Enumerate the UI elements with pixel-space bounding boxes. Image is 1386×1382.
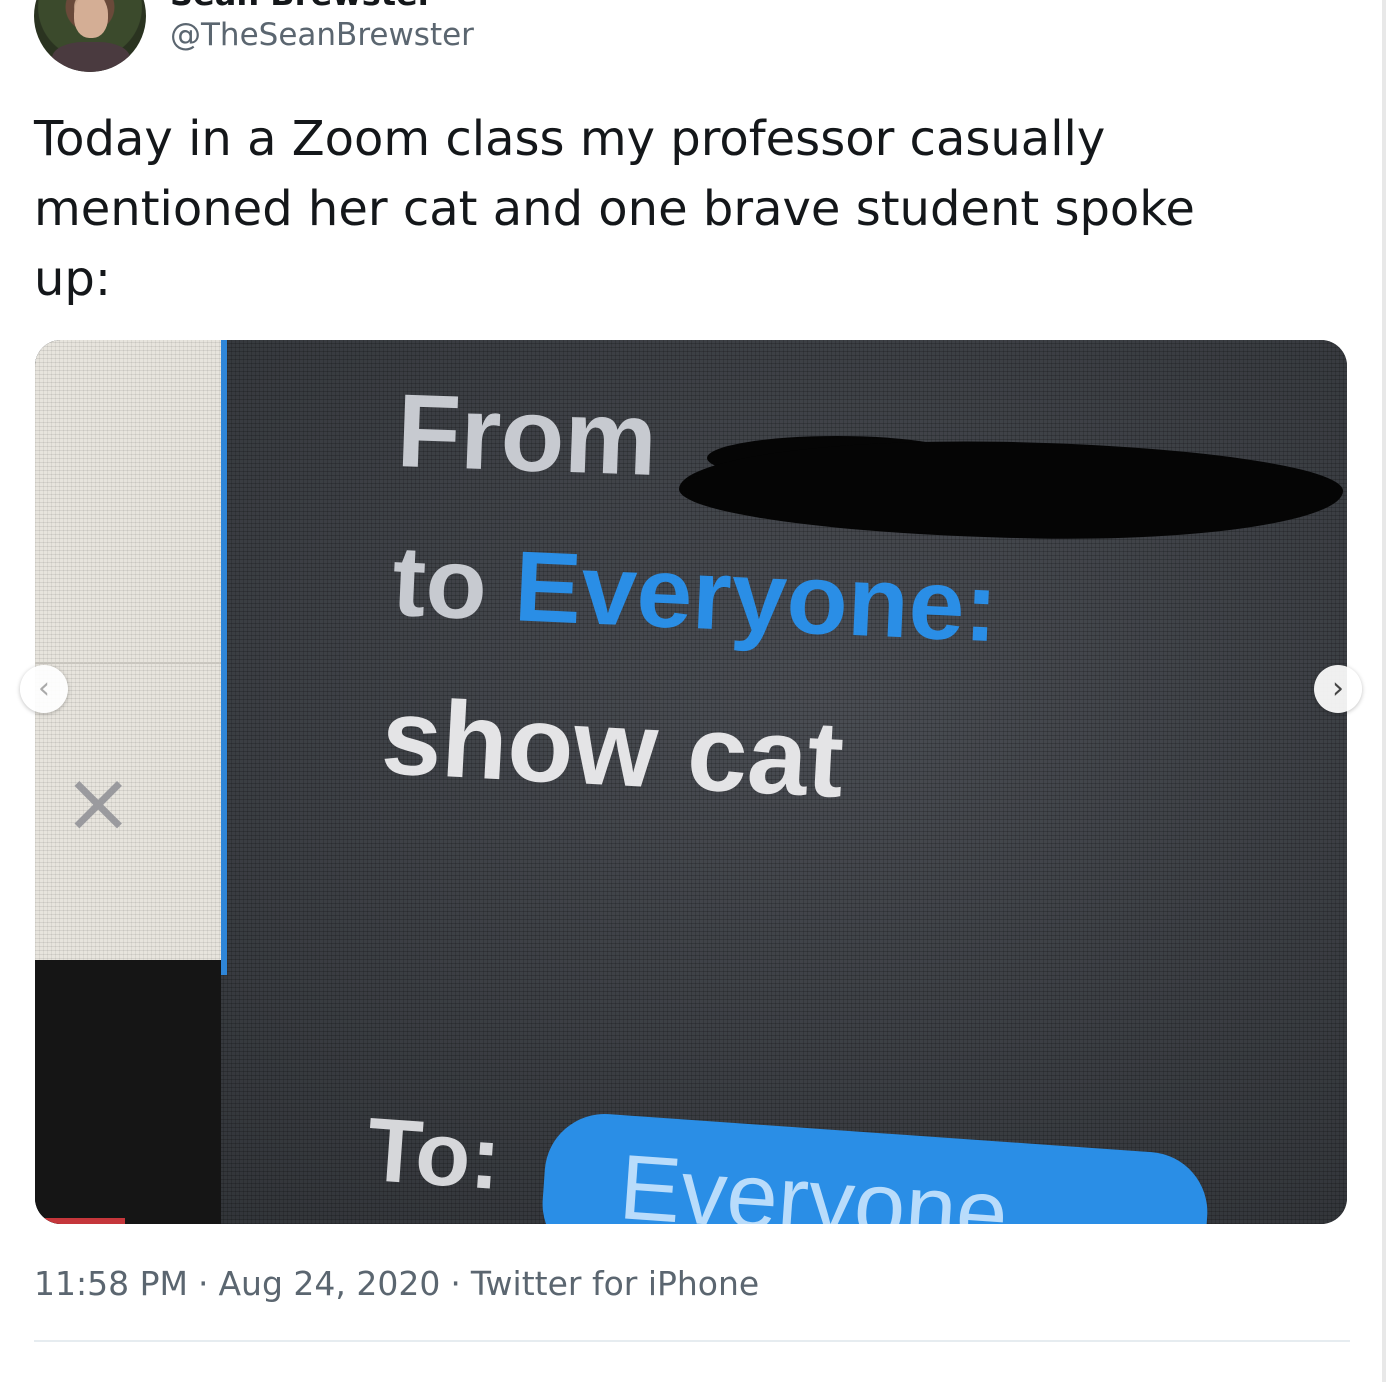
tweet-source[interactable]: Twitter for iPhone (471, 1264, 759, 1303)
chevron-right-icon[interactable]: › (1314, 665, 1362, 713)
side-panel-divider-line (35, 662, 221, 664)
user-handle[interactable]: @TheSeanBrewster (170, 16, 474, 54)
compose-recipient-value: Everyone (616, 1136, 1012, 1224)
tweet-text: Today in a Zoom class my professor casua… (34, 111, 1195, 307)
display-name[interactable]: Sean Brewster (170, 0, 434, 10)
meta-separator: · (450, 1264, 461, 1303)
close-icon: × (63, 753, 134, 851)
side-panel-border (221, 340, 227, 975)
chat-to-prefix: to (390, 525, 490, 642)
tweet-meta: 11:58 PM · Aug 24, 2020 · Twitter for iPhone (34, 1262, 759, 1306)
meta-separator: · (197, 1264, 209, 1303)
tweet-time[interactable]: 11:58 PM (34, 1264, 188, 1303)
tweet-divider (34, 1340, 1350, 1342)
chat-message: show cat (378, 675, 847, 821)
avatar-face (74, 0, 108, 38)
dark-panel (35, 960, 221, 1224)
compose-to-label: To: (364, 1100, 504, 1210)
chat-recipient: Everyone: (512, 530, 1001, 664)
avatar-shirt (52, 42, 130, 72)
tweet-media-image[interactable]: × From to Everyone: show cat To: Everyon… (35, 340, 1347, 1224)
page-edge (1382, 0, 1386, 1382)
red-strip (35, 1218, 125, 1224)
zoom-side-panel (35, 340, 221, 975)
tweet-date[interactable]: Aug 24, 2020 (218, 1264, 440, 1303)
chevron-left-icon[interactable]: ‹ (20, 665, 68, 713)
avatar[interactable] (34, 0, 146, 72)
chat-from-label: From (395, 373, 659, 499)
